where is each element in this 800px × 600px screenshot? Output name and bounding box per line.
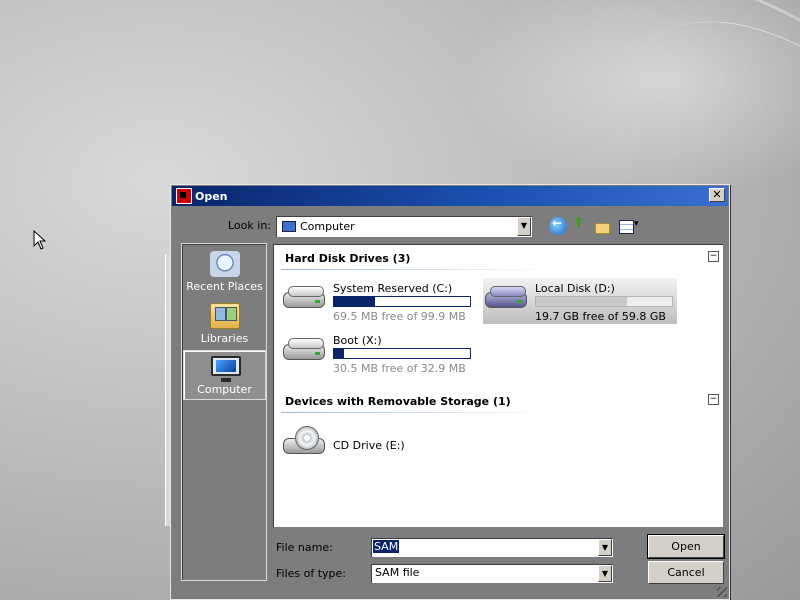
place-label: Libraries xyxy=(200,332,249,345)
look-in-dropdown[interactable]: Computer ▼ xyxy=(275,215,533,238)
open-button[interactable]: Open xyxy=(648,535,724,558)
file-type-value: SAM file xyxy=(375,566,420,579)
capacity-bar xyxy=(535,296,673,307)
hard-drive-icon xyxy=(483,284,529,312)
place-computer[interactable]: Computer xyxy=(183,350,266,400)
cancel-button[interactable]: Cancel xyxy=(648,561,724,584)
group-divider xyxy=(281,412,551,413)
up-folder-icon[interactable] xyxy=(571,215,589,235)
file-type-select[interactable]: SAM file ▼ xyxy=(370,563,614,584)
capacity-fill xyxy=(334,297,375,306)
drive-name: System Reserved (C:) xyxy=(333,282,453,295)
back-icon[interactable] xyxy=(549,216,567,235)
mouse-cursor-icon xyxy=(33,230,47,250)
new-folder-icon[interactable] xyxy=(593,217,611,235)
file-type-label: Files of type: xyxy=(276,567,347,580)
file-list-view[interactable]: Hard Disk Drives (3) − System Reserved (… xyxy=(272,243,724,528)
cd-drive-icon xyxy=(281,426,327,456)
app-icon xyxy=(176,188,192,204)
resize-grip-icon[interactable] xyxy=(717,587,727,597)
drive-free-space: 19.7 GB free of 59.8 GB xyxy=(535,310,666,323)
dropdown-arrow-icon[interactable]: ▼ xyxy=(517,217,531,236)
group-divider xyxy=(281,269,551,270)
drive-name: Local Disk (D:) xyxy=(535,282,615,295)
drive-d[interactable]: Local Disk (D:) 19.7 GB free of 59.8 GB xyxy=(483,278,677,324)
dialog-title: Open xyxy=(195,189,228,203)
recent-places-icon xyxy=(210,251,240,277)
computer-icon xyxy=(211,356,241,382)
look-in-label: Look in: xyxy=(228,219,271,232)
group-header-hard-disks: Hard Disk Drives (3) xyxy=(285,252,411,265)
drive-name: CD Drive (E:) xyxy=(333,439,405,452)
hard-drive-icon xyxy=(281,336,327,364)
file-name-input[interactable]: SAM ▼ xyxy=(370,537,614,558)
file-name-value[interactable]: SAM xyxy=(373,540,400,553)
place-libraries[interactable]: Libraries xyxy=(183,298,266,348)
file-name-label: File name: xyxy=(276,541,333,554)
drive-c[interactable]: System Reserved (C:) 69.5 MB free of 99.… xyxy=(281,278,481,324)
drive-name: Boot (X:) xyxy=(333,334,382,347)
hard-drive-icon xyxy=(281,284,327,312)
open-dialog: Open ✕ Look in: Computer ▼ Recent Places… xyxy=(170,184,730,600)
computer-icon xyxy=(282,221,296,232)
drive-x[interactable]: Boot (X:) 30.5 MB free of 32.9 MB xyxy=(281,330,481,376)
title-bar[interactable]: Open ✕ xyxy=(172,186,728,206)
wallpaper-glow xyxy=(460,0,800,200)
dropdown-arrow-icon[interactable]: ▼ xyxy=(598,539,612,556)
dropdown-arrow-icon[interactable]: ▼ xyxy=(598,565,612,582)
place-label: Recent Places xyxy=(186,280,263,293)
libraries-icon xyxy=(210,303,240,329)
capacity-fill xyxy=(536,297,628,306)
capacity-bar xyxy=(333,296,471,307)
close-button[interactable]: ✕ xyxy=(709,188,725,202)
drive-e[interactable]: CD Drive (E:) xyxy=(281,422,411,468)
capacity-bar xyxy=(333,348,471,359)
place-label: Computer xyxy=(197,383,252,396)
drive-free-space: 30.5 MB free of 32.9 MB xyxy=(333,362,466,375)
look-in-value: Computer xyxy=(300,220,355,233)
view-menu-icon[interactable] xyxy=(617,217,643,235)
places-bar: Recent Places Libraries Computer xyxy=(181,243,267,581)
collapse-removable-icon[interactable]: − xyxy=(708,394,719,405)
capacity-fill xyxy=(334,349,344,358)
collapse-hard-disks-icon[interactable]: − xyxy=(708,251,719,262)
drive-free-space: 69.5 MB free of 99.9 MB xyxy=(333,310,466,323)
group-header-removable: Devices with Removable Storage (1) xyxy=(285,395,511,408)
place-recent-places[interactable]: Recent Places xyxy=(183,246,266,296)
